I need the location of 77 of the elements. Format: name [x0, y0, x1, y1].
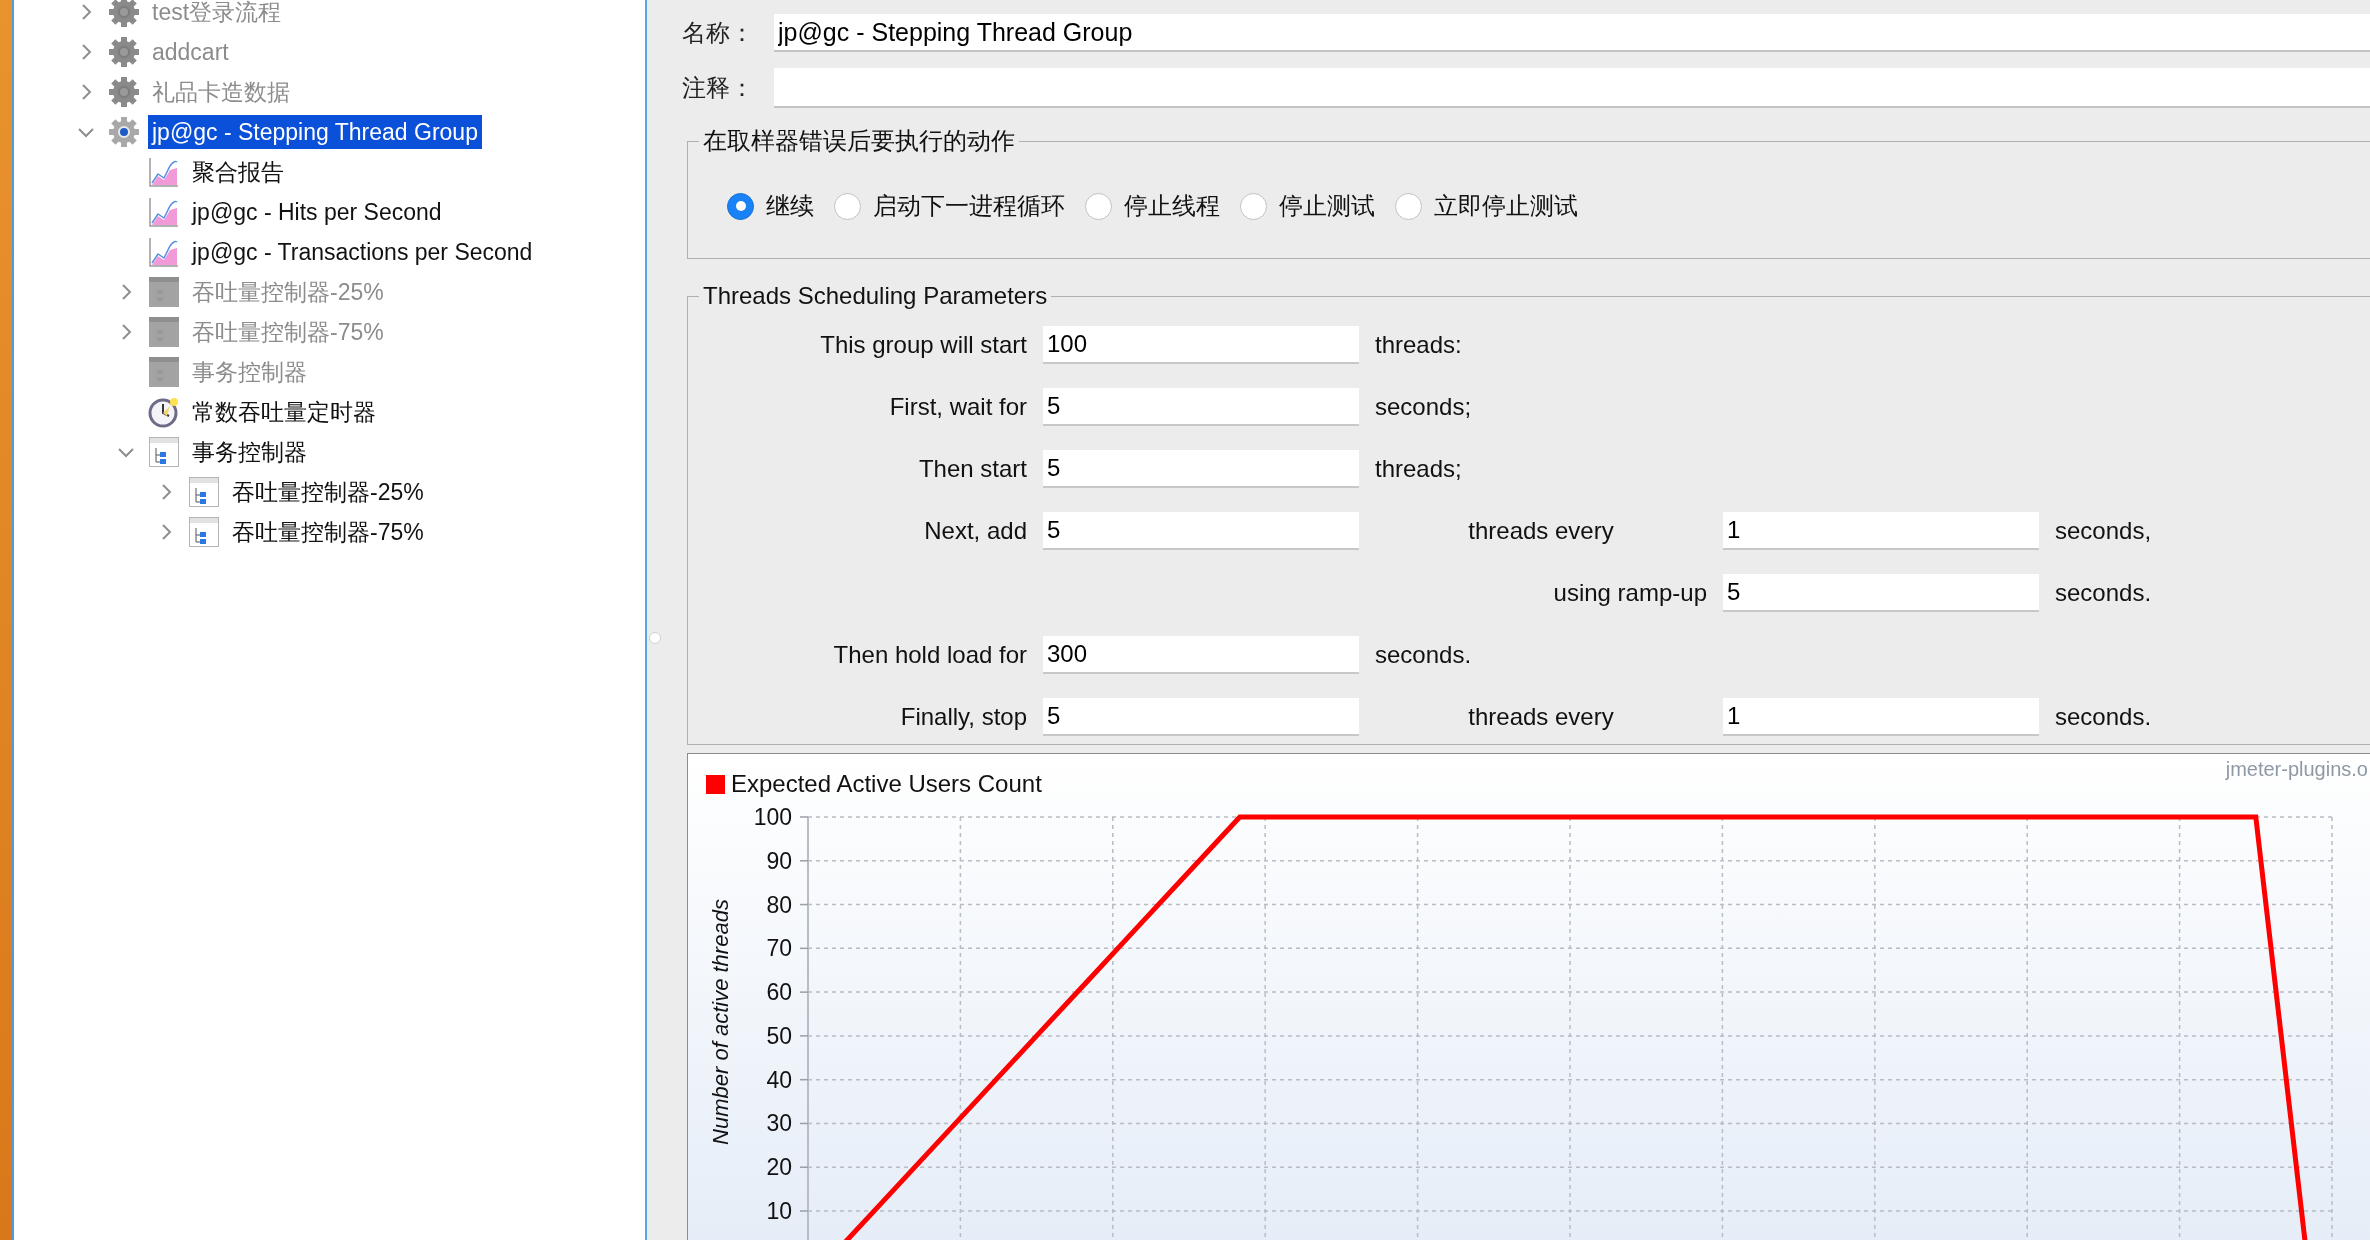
name-label: 名称：	[682, 18, 755, 48]
tree-item[interactable]: 吞吐量控制器-75%	[228, 515, 428, 549]
tree-item[interactable]: 聚合报告	[188, 155, 288, 189]
input-field[interactable]: 1	[1723, 698, 2039, 736]
radio-button[interactable]	[834, 192, 861, 220]
radio-label[interactable]: 停止线程	[1124, 188, 1220, 224]
field-label: threads every	[1467, 702, 1615, 732]
group-title: 在取样器错误后要执行的动作	[702, 126, 1016, 156]
input-field[interactable]: 5	[1043, 388, 1359, 426]
gear-icon	[108, 116, 140, 148]
watermark-text: jmeter-plugins.o	[2225, 757, 2368, 782]
tree-item[interactable]: jp@gc - Hits per Second	[188, 195, 446, 229]
radio-button[interactable]	[1085, 192, 1112, 220]
y-tick-label: 20	[766, 1154, 792, 1181]
line-chart-icon	[148, 196, 180, 228]
unit-label: seconds;	[1375, 392, 1473, 422]
tree-item[interactable]: 常数吞吐量定时器	[188, 395, 380, 429]
radio-label[interactable]: 停止测试	[1279, 188, 1375, 224]
tree-item[interactable]: jp@gc - Stepping Thread Group	[148, 115, 482, 149]
window-icon	[188, 516, 220, 548]
radio-button[interactable]	[727, 192, 754, 220]
y-tick-label: 100	[753, 804, 792, 830]
y-tick-label: 60	[766, 979, 792, 1006]
window-icon	[148, 356, 180, 388]
radio-label[interactable]: 启动下一进程循环	[873, 188, 1065, 224]
y-tick-label: 30	[766, 1110, 792, 1137]
line-chart-icon	[148, 236, 180, 268]
input-field[interactable]: 100	[1043, 326, 1359, 364]
unit-label: seconds.	[2055, 702, 2153, 732]
radio-label[interactable]: 立即停止测试	[1434, 188, 1578, 224]
input-field[interactable]: 5	[1723, 574, 2039, 612]
field-label: First, wait for	[888, 392, 1027, 422]
legend-label: Expected Active Users Count	[731, 769, 1042, 799]
input-field[interactable]: 5	[1043, 450, 1359, 488]
group-title: Threads Scheduling Parameters	[702, 281, 1049, 311]
field-label: Finally, stop	[899, 702, 1027, 732]
line-chart-icon	[148, 156, 180, 188]
split-handle[interactable]	[649, 632, 661, 644]
y-tick-label: 40	[766, 1066, 792, 1093]
y-tick-label: 50	[766, 1022, 792, 1049]
unit-label: seconds.	[2055, 578, 2153, 608]
tree-item[interactable]: jp@gc - Transactions per Second	[188, 235, 537, 269]
y-tick-label: 80	[766, 891, 792, 918]
name-input-field[interactable]: jp@gc - Stepping Thread Group	[774, 14, 2370, 52]
tree-item[interactable]: 事务控制器	[188, 435, 311, 469]
unit-label: threads:	[1375, 330, 1463, 360]
input-field[interactable]: 1	[1723, 512, 2039, 550]
radio-button[interactable]	[1395, 192, 1422, 220]
comment-input-field[interactable]	[774, 68, 2370, 108]
tree-item[interactable]: 吞吐量控制器-25%	[228, 475, 428, 509]
field-label: Next, add	[923, 516, 1027, 546]
input-field[interactable]: 5	[1043, 698, 1359, 736]
radio-button[interactable]	[1240, 192, 1267, 220]
gear-icon	[108, 36, 140, 68]
gear-icon	[108, 76, 140, 108]
radio-label[interactable]: 继续	[766, 188, 814, 224]
unit-label: seconds,	[2055, 516, 2153, 546]
comment-label: 注释：	[682, 73, 755, 103]
y-tick-label: 70	[766, 935, 792, 962]
y-axis-title: Number of active threads	[708, 899, 733, 1145]
field-label: threads every	[1467, 516, 1615, 546]
unit-label: seconds.	[1375, 640, 1473, 670]
unit-label: threads;	[1375, 454, 1463, 484]
window-icon	[188, 476, 220, 508]
input-field[interactable]: 300	[1043, 636, 1359, 674]
clock-icon	[148, 396, 180, 428]
field-label: Then start	[917, 454, 1027, 484]
gear-icon	[108, 0, 140, 28]
field-label: using ramp-up	[1552, 578, 1707, 608]
window-icon	[148, 436, 180, 468]
input-field[interactable]: 5	[1043, 512, 1359, 550]
window-icon	[148, 316, 180, 348]
field-label: This group will start	[819, 330, 1027, 360]
y-tick-label: 10	[766, 1198, 792, 1224]
y-tick-label: 90	[766, 847, 792, 874]
field-label: Then hold load for	[832, 640, 1027, 670]
window-icon	[148, 276, 180, 308]
